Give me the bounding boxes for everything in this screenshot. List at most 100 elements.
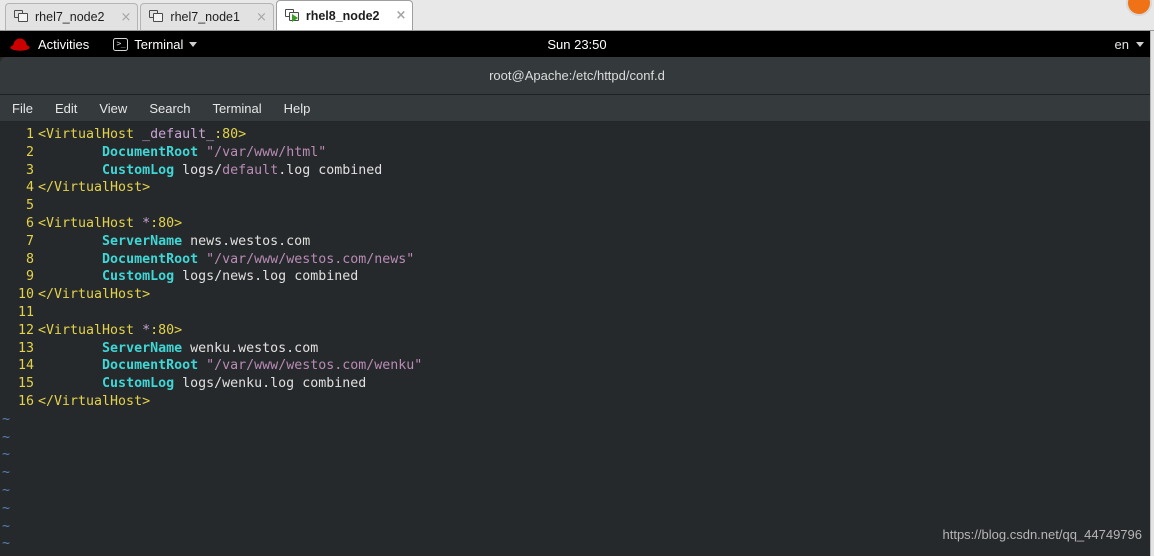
tilde-marker: ~ (2, 429, 11, 445)
vm-screen-icon (149, 10, 164, 24)
empty-buffer-line: ~ (0, 446, 1154, 464)
code-token: .log combined (278, 162, 383, 178)
line-content: CustomLog logs/default.log combined (34, 162, 382, 180)
tilde-marker: ~ (2, 482, 11, 498)
tilde-marker: ~ (2, 447, 11, 463)
window-right-frame (1150, 31, 1154, 556)
code-token: CustomLog (102, 376, 175, 392)
line-number: 14 (17, 358, 34, 374)
window-title: root@Apache:/etc/httpd/conf.d (489, 68, 665, 83)
code-token: default (222, 162, 279, 178)
line-number: 1 (25, 127, 34, 142)
code-line: 14 DocumentRoot "/var/www/westos.com/wen… (0, 357, 1154, 375)
code-line: 5 (0, 197, 1154, 215)
menu-item-search[interactable]: Search (149, 101, 190, 116)
red-hat-logo-icon (9, 37, 31, 52)
code-line: 3 CustomLog logs/default.log combined (0, 162, 1154, 180)
line-number: 11 (17, 304, 34, 320)
line-number: 13 (17, 340, 34, 356)
activities-button[interactable]: Activities (9, 37, 89, 52)
vm-tab-rhel7-node2[interactable]: rhel7_node2 × (5, 3, 139, 30)
code-token: _default_ (142, 127, 215, 142)
terminal-window: root@Apache:/etc/httpd/conf.d File Edit Vi… (0, 57, 1154, 556)
notification-badge-icon[interactable] (1126, 0, 1152, 16)
vm-tab-rhel7-node1[interactable]: rhel7_node1 × (140, 3, 274, 30)
line-number: 6 (25, 215, 34, 231)
line-number: 16 (17, 393, 34, 409)
code-token: <VirtualHost (38, 215, 143, 231)
line-content: DocumentRoot "/var/www/westos.com/wenku" (34, 357, 422, 375)
code-token: <VirtualHost (38, 127, 143, 142)
menu-item-view[interactable]: View (99, 101, 127, 116)
line-number: 15 (17, 376, 34, 392)
line-content: DocumentRoot "/var/www/html" (34, 144, 326, 162)
menu-item-file[interactable]: File (12, 101, 33, 116)
code-token: DocumentRoot (102, 251, 199, 267)
empty-buffer-line: ~ (0, 500, 1154, 518)
line-number: 3 (25, 162, 34, 178)
empty-buffer-line: ~ (0, 464, 1154, 482)
code-line: 9 CustomLog logs/news.log combined (0, 268, 1154, 286)
code-token: logs/ (174, 162, 223, 178)
line-content: <VirtualHost *:80> (34, 322, 182, 340)
code-token: wenku.westos.com (182, 340, 319, 356)
tilde-marker: ~ (2, 518, 11, 534)
code-token: ServerName (102, 233, 183, 249)
line-number: 5 (25, 198, 34, 214)
line-number: 7 (25, 233, 34, 249)
vm-tab-label: rhel8_node2 (305, 8, 380, 23)
empty-buffer-line: ~ (0, 482, 1154, 500)
code-line: 11 (0, 304, 1154, 322)
gnome-top-bar: Activities >_ Terminal Sun 23:50 en (0, 31, 1154, 57)
app-menu-terminal[interactable]: >_ Terminal (113, 37, 198, 52)
line-content: <VirtualHost *:80> (34, 215, 182, 233)
vm-tab-label: rhel7_node2 (35, 10, 105, 24)
menu-item-help[interactable]: Help (284, 101, 311, 116)
close-icon[interactable]: × (395, 9, 406, 22)
code-token: <VirtualHost (38, 322, 143, 338)
terminal-screen[interactable]: 1 <VirtualHost _default_:80> 2 DocumentRoo… (0, 122, 1154, 556)
terminal-icon: >_ (113, 37, 129, 51)
code-token: :80> (150, 322, 183, 338)
vm-tab-label: rhel7_node1 (170, 10, 240, 24)
code-line: 13 ServerName wenku.westos.com (0, 340, 1154, 358)
line-content: DocumentRoot "/var/www/westos.com/news" (34, 251, 414, 269)
code-token: news.westos.com (182, 233, 311, 249)
empty-buffer-line: ~ (0, 411, 1154, 429)
close-icon[interactable]: × (121, 11, 132, 24)
vm-screen-icon (14, 10, 29, 24)
code-line: 2 DocumentRoot "/var/www/html" (0, 144, 1154, 162)
line-content: CustomLog logs/wenku.log combined (34, 375, 366, 393)
code-line: 15 CustomLog logs/wenku.log combined (0, 375, 1154, 393)
code-token: "/var/www/html" (206, 144, 327, 160)
vm-tab-rhel8-node2[interactable]: rhel8_node2 × (275, 0, 414, 30)
line-number: 2 (25, 144, 34, 160)
keyboard-layout-label: en (1114, 36, 1129, 52)
code-token: "/var/www/westos.com/wenku" (206, 358, 423, 374)
menu-item-edit[interactable]: Edit (55, 101, 77, 116)
window-titlebar: root@Apache:/etc/httpd/conf.d (0, 57, 1154, 95)
menu-item-terminal[interactable]: Terminal (213, 101, 262, 116)
tilde-marker: ~ (2, 536, 11, 552)
system-status-area[interactable]: en (1115, 37, 1144, 52)
code-token: CustomLog (102, 269, 175, 285)
code-line: 7 ServerName news.westos.com (0, 233, 1154, 251)
line-content: CustomLog logs/news.log combined (34, 268, 358, 286)
chevron-down-icon (1136, 41, 1144, 47)
code-token: </VirtualHost> (38, 180, 151, 196)
line-content: </VirtualHost> (34, 286, 150, 304)
code-token: DocumentRoot (102, 358, 199, 374)
tilde-marker: ~ (2, 465, 11, 481)
code-token: </VirtualHost> (38, 287, 151, 303)
close-icon[interactable]: × (256, 11, 267, 24)
line-content: <VirtualHost _default_:80> (34, 126, 246, 144)
code-token: * (142, 322, 151, 338)
